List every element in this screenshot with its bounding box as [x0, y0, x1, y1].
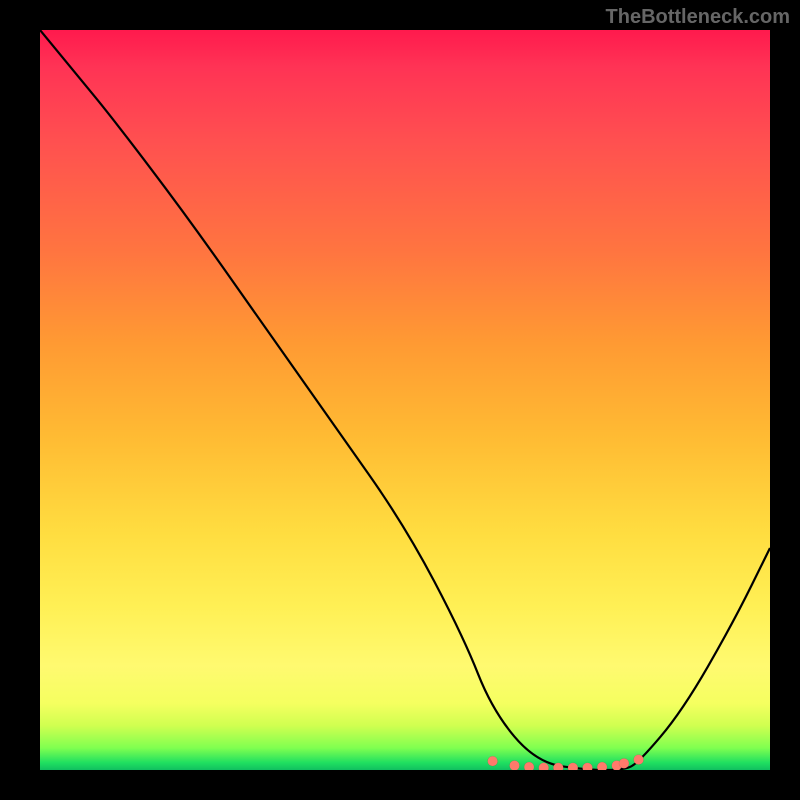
marker-point [568, 763, 578, 770]
chart-container: TheBottleneck.com [0, 0, 800, 800]
curve-svg [40, 30, 770, 770]
marker-point [524, 762, 534, 770]
marker-point [488, 756, 498, 766]
marker-point [539, 763, 549, 770]
marker-point [583, 763, 593, 770]
marker-point [634, 755, 644, 765]
marker-point [510, 761, 520, 770]
watermark-text: TheBottleneck.com [606, 6, 790, 29]
marker-point [619, 758, 629, 768]
plot-area [40, 30, 770, 770]
bottleneck-curve-line [40, 30, 770, 770]
marker-point [597, 762, 607, 770]
